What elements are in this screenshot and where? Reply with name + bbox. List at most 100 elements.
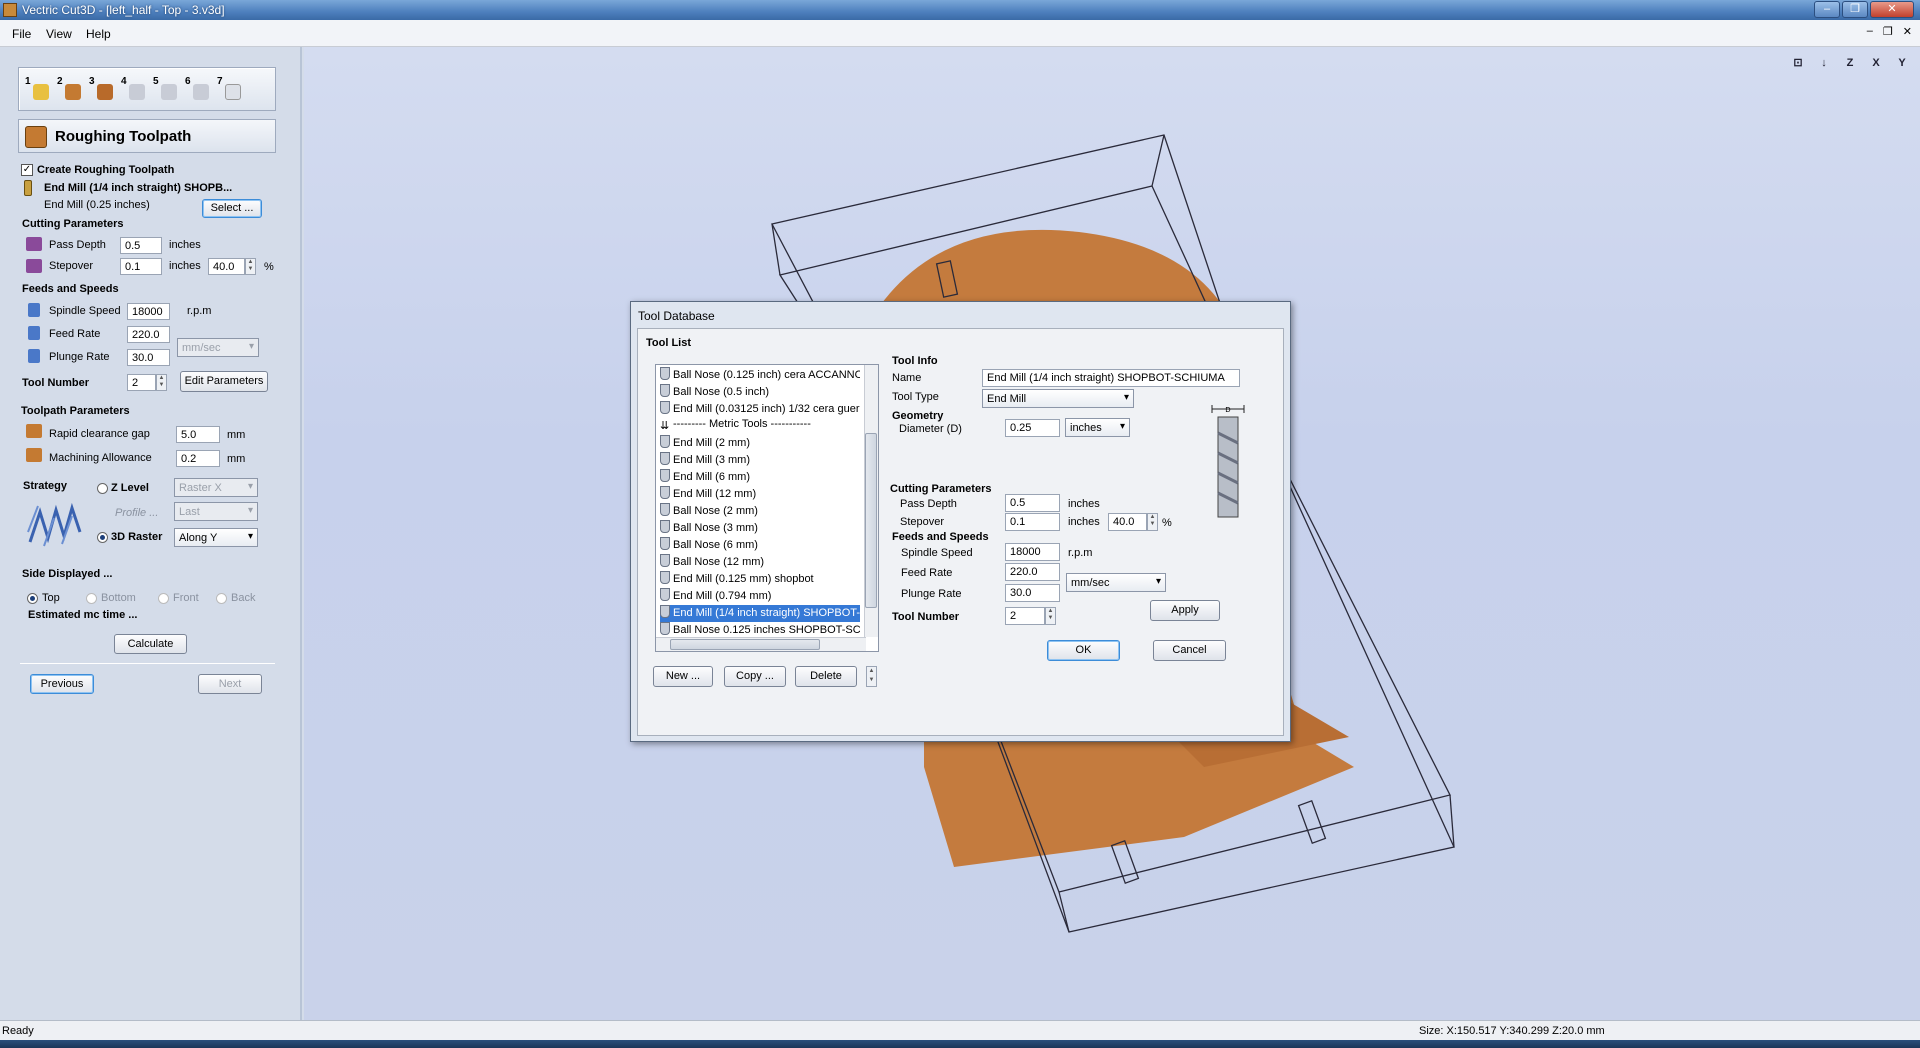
dialog-stepover-percent-input[interactable]: 40.0 <box>1108 513 1147 531</box>
list-item[interactable]: Ball Nose (2 mm) <box>660 503 860 520</box>
ok-button[interactable]: OK <box>1047 640 1120 661</box>
tool-list-vertical-scrollbar[interactable] <box>864 365 878 637</box>
dialog-tool-number-input[interactable]: 2 <box>1005 607 1045 625</box>
vertical-scroll-thumb[interactable] <box>865 433 877 608</box>
mdi-restore-button[interactable]: ❐ <box>1883 25 1893 38</box>
spindle-speed-input[interactable]: 18000 <box>127 303 170 320</box>
diameter-unit-dropdown[interactable]: inches <box>1065 418 1130 437</box>
dialog-pass-depth-input[interactable]: 0.5 <box>1005 494 1060 512</box>
tool-name-input[interactable]: End Mill (1/4 inch straight) SHOPBOT-SCH… <box>982 369 1240 387</box>
mdi-close-button[interactable]: ✕ <box>1903 25 1912 38</box>
step-1-open-icon[interactable]: 1 <box>25 76 51 102</box>
dialog-tool-number-spinner[interactable]: ▲ ▼ <box>1045 607 1056 625</box>
copy-tool-button[interactable]: Copy ... <box>724 666 786 687</box>
apply-button[interactable]: Apply <box>1150 600 1220 621</box>
plunge-rate-input[interactable]: 30.0 <box>127 349 170 366</box>
side-front-radio[interactable] <box>158 593 169 604</box>
cancel-button[interactable]: Cancel <box>1153 640 1226 661</box>
feed-rate-input[interactable]: 220.0 <box>127 326 170 343</box>
step-6-preview-icon[interactable]: 6 <box>185 76 211 102</box>
strategy-label: Strategy <box>23 480 68 492</box>
tool-database-dialog: Tool Database Tool List Ball Nose (0.125… <box>630 301 1291 742</box>
calculate-button[interactable]: Calculate <box>114 634 187 654</box>
tool-number-input[interactable]: 2 <box>127 374 156 391</box>
list-item[interactable]: End Mill (12 mm) <box>660 486 860 503</box>
list-item[interactable]: Ball Nose (6 mm) <box>660 537 860 554</box>
dialog-percent-sign: % <box>1162 517 1172 529</box>
tool-type-dropdown[interactable]: End Mill <box>982 389 1134 408</box>
panel-divider <box>20 663 275 664</box>
dialog-rate-unit-dropdown[interactable]: mm/sec <box>1066 573 1166 592</box>
dialog-body: Tool List Ball Nose (0.125 inch) cera AC… <box>637 328 1284 736</box>
list-item[interactable]: Ball Nose (3 mm) <box>660 520 860 537</box>
list-item-selected[interactable]: End Mill (1/4 inch straight) SHOPBOT-SCH… <box>660 605 860 622</box>
dialog-spindle-input[interactable]: 18000 <box>1005 543 1060 561</box>
menu-view[interactable]: View <box>46 27 72 41</box>
dialog-cutting-heading: Cutting Parameters <box>890 483 992 495</box>
tool-order-spinner[interactable]: ▲ ▼ <box>866 666 877 687</box>
list-item[interactable]: End Mill (3 mm) <box>660 452 860 469</box>
list-item[interactable]: Ball Nose (12 mm) <box>660 554 860 571</box>
app-icon <box>3 3 17 17</box>
menu-file[interactable]: File <box>12 27 31 41</box>
3d-raster-radio[interactable] <box>97 532 108 543</box>
rate-unit-dropdown[interactable]: mm/sec <box>177 338 259 357</box>
rapid-clearance-input[interactable]: 5.0 <box>176 426 220 443</box>
side-back-radio[interactable] <box>216 593 227 604</box>
tool-list-horizontal-scrollbar[interactable] <box>656 637 866 651</box>
list-item[interactable]: ⇊ --------- Metric Tools ----------- <box>660 418 860 435</box>
pass-depth-input[interactable]: 0.5 <box>120 237 162 254</box>
profile-dropdown[interactable]: Last <box>174 502 258 521</box>
step-5-cutout-icon[interactable]: 5 <box>153 76 179 102</box>
status-bar: Ready Size: X:150.517 Y:340.299 Z:20.0 m… <box>0 1020 1920 1040</box>
z-level-radio[interactable] <box>97 483 108 494</box>
feed-rate-icon <box>28 326 40 340</box>
list-item[interactable]: Ball Nose (0.125 inch) cera ACCANNON <box>660 367 860 384</box>
list-item[interactable]: End Mill (0.125 mm) shopbot <box>660 571 860 588</box>
select-tool-button[interactable]: Select ... <box>202 199 262 218</box>
list-item[interactable]: End Mill (6 mm) <box>660 469 860 486</box>
machining-allowance-input[interactable]: 0.2 <box>176 450 220 467</box>
close-button[interactable]: ✕ <box>1870 1 1914 18</box>
previous-button[interactable]: Previous <box>30 674 94 694</box>
step-3-roughing-icon[interactable]: 3 <box>89 76 115 102</box>
list-item[interactable]: End Mill (2 mm) <box>660 435 860 452</box>
step-2-orient-icon[interactable]: 2 <box>57 76 83 102</box>
dialog-stepover-input[interactable]: 0.1 <box>1005 513 1060 531</box>
stepover-percent-input[interactable]: 40.0 <box>208 258 245 275</box>
tool-name-label: Name <box>892 372 922 384</box>
step-4-finishing-icon[interactable]: 4 <box>121 76 147 102</box>
stepover-spinner[interactable]: ▲ ▼ <box>245 258 256 275</box>
dialog-feed-input[interactable]: 220.0 <box>1005 563 1060 581</box>
delete-tool-button[interactable]: Delete <box>795 666 857 687</box>
dialog-stepover-spinner[interactable]: ▲ ▼ <box>1147 513 1158 531</box>
dialog-plunge-input[interactable]: 30.0 <box>1005 584 1060 602</box>
side-bottom-radio[interactable] <box>86 593 97 604</box>
diameter-input[interactable]: 0.25 <box>1005 419 1060 437</box>
list-item[interactable]: End Mill (0.794 mm) <box>660 588 860 605</box>
maximize-button[interactable]: ❐ <box>1842 1 1868 18</box>
step-toolbar: 1 2 3 4 5 6 7 <box>18 67 276 111</box>
tool-list[interactable]: Ball Nose (0.125 inch) cera ACCANNON Bal… <box>655 364 879 652</box>
next-button[interactable]: Next <box>198 674 262 694</box>
edit-parameters-button[interactable]: Edit Parameters <box>180 371 268 392</box>
raster-direction-dropdown[interactable]: Along Y <box>174 528 258 547</box>
new-tool-button[interactable]: New ... <box>653 666 713 687</box>
window-title: Vectric Cut3D - [left_half - Top - 3.v3d… <box>22 3 225 17</box>
spindle-speed-label: Spindle Speed <box>49 305 121 317</box>
create-roughing-checkbox[interactable]: ✓ <box>21 164 33 176</box>
tool-number-spinner[interactable]: ▲ ▼ <box>156 374 167 391</box>
mdi-minimize-button[interactable]: – <box>1867 25 1873 38</box>
step-7-save-icon[interactable]: 7 <box>217 76 243 102</box>
side-displayed-heading: Side Displayed ... <box>22 568 113 580</box>
list-item[interactable]: End Mill (0.03125 inch) 1/32 cera guerci <box>660 401 860 418</box>
side-top-radio[interactable] <box>27 593 38 604</box>
z-level-pattern-dropdown[interactable]: Raster X <box>174 478 258 497</box>
rapid-clearance-icon <box>26 424 42 438</box>
list-item[interactable]: Ball Nose (0.5 inch) <box>660 384 860 401</box>
stepover-input[interactable]: 0.1 <box>120 258 162 275</box>
horizontal-scroll-thumb[interactable] <box>670 639 820 650</box>
minimize-button[interactable]: – <box>1814 1 1840 18</box>
roughing-icon <box>25 126 47 148</box>
menu-help[interactable]: Help <box>86 27 111 41</box>
